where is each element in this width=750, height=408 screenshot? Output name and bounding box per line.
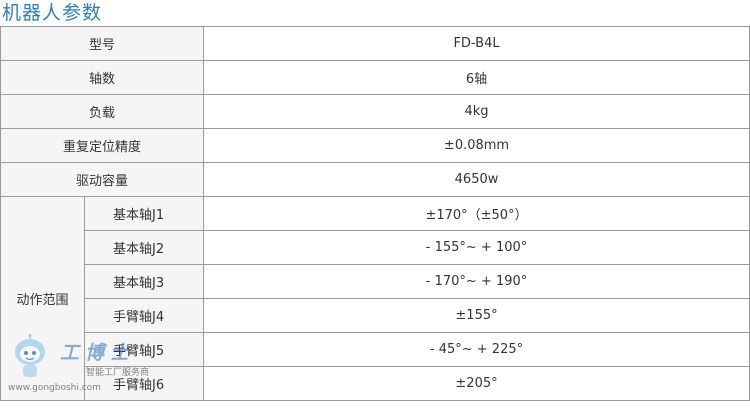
- table-row: 型号 FD-B4L: [0, 26, 750, 61]
- axis-j6-label: 手臂轴J6: [83, 366, 205, 401]
- robot-spec-table: 型号 FD-B4L 轴数 6轴 负载 4kg 重复定位精度 ±0.08mm 驱动…: [0, 26, 750, 401]
- axis-j1-label: 基本轴J1: [83, 196, 205, 231]
- axis-j4-label: 手臂轴J4: [83, 298, 205, 333]
- motion-range-label: 动作范围: [0, 196, 85, 401]
- axis-j4-value: ±155°: [203, 298, 750, 333]
- model-label: 型号: [0, 26, 205, 61]
- drive-capacity-value: 4650w: [203, 162, 750, 197]
- axis-count-value: 6轴: [203, 60, 750, 95]
- axis-j3-value: - 170°~ + 190°: [203, 264, 750, 299]
- table-row: 轴数 6轴: [0, 60, 750, 95]
- axis-j6-value: ±205°: [203, 366, 750, 401]
- table-row: 动作范围 基本轴J1 ±170°（±50°）: [0, 196, 750, 401]
- table-row: 重复定位精度 ±0.08mm: [0, 128, 750, 163]
- table-row: 手臂轴J4 ±155°: [1, 298, 750, 333]
- table-row: 基本轴J3 - 170°~ + 190°: [1, 264, 750, 299]
- table-row: 基本轴J2 - 155°~ + 100°: [1, 230, 750, 265]
- page-title: 机器人参数: [2, 2, 103, 24]
- model-value: FD-B4L: [203, 26, 750, 61]
- repeatability-value: ±0.08mm: [203, 128, 750, 163]
- payload-label: 负载: [0, 94, 205, 129]
- axis-j1-value: ±170°（±50°）: [203, 196, 750, 231]
- axis-j5-value: - 45°~ + 225°: [203, 332, 750, 367]
- axis-j5-label: 手臂轴J5: [83, 332, 205, 367]
- table-row: 手臂轴J6 ±205°: [1, 366, 750, 401]
- table-row: 负载 4kg: [0, 94, 750, 129]
- table-row: 驱动容量 4650w: [0, 162, 750, 197]
- axis-j2-label: 基本轴J2: [83, 230, 205, 265]
- axis-j3-label: 基本轴J3: [83, 264, 205, 299]
- axis-count-label: 轴数: [0, 60, 205, 95]
- axis-j2-value: - 155°~ + 100°: [203, 230, 750, 265]
- repeatability-label: 重复定位精度: [0, 128, 205, 163]
- drive-capacity-label: 驱动容量: [0, 162, 205, 197]
- table-row: 手臂轴J5 - 45°~ + 225°: [1, 332, 750, 367]
- payload-value: 4kg: [203, 94, 750, 129]
